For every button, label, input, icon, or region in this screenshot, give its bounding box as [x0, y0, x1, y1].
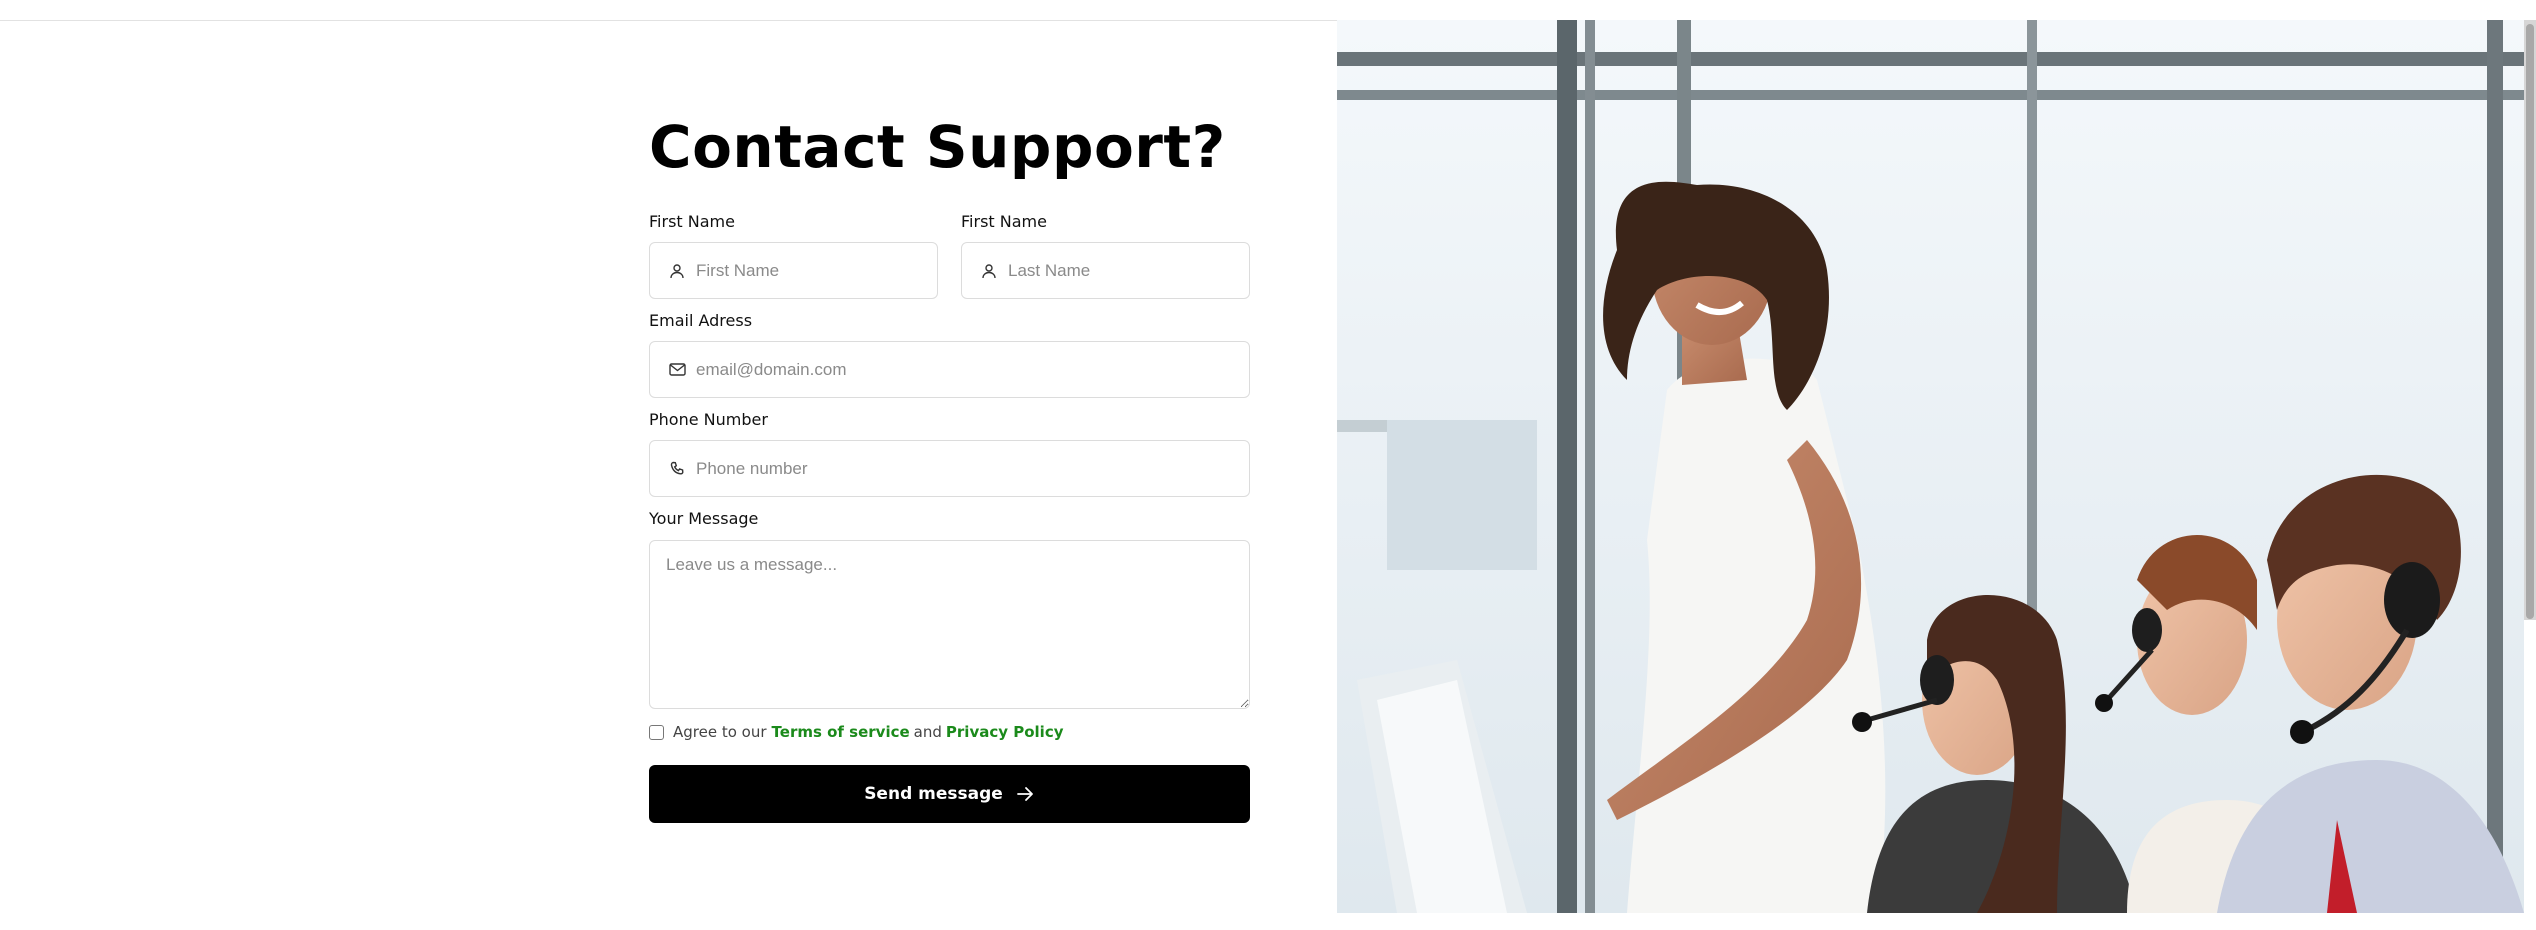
message-label: Your Message [649, 509, 759, 528]
terms-link[interactable]: Terms of service [772, 723, 910, 741]
first-name-label: First Name [649, 212, 735, 231]
mail-icon [668, 361, 686, 379]
phone-input[interactable] [696, 458, 1249, 479]
user-icon [980, 262, 998, 280]
first-name-input[interactable] [696, 260, 937, 281]
agree-text: Agree to our [673, 723, 767, 741]
phone-icon [668, 460, 686, 478]
first-name-field[interactable] [649, 242, 938, 299]
send-message-button[interactable]: Send message [649, 765, 1250, 823]
arrow-right-icon [1015, 784, 1035, 804]
last-name-label: First Name [961, 212, 1047, 231]
email-field[interactable] [649, 341, 1250, 398]
top-bar [0, 0, 2536, 21]
send-message-label: Send message [864, 784, 1003, 804]
last-name-field[interactable] [961, 242, 1250, 299]
user-icon [668, 262, 686, 280]
page-title: Contact Support? [649, 113, 1226, 181]
agree-checkbox[interactable] [649, 724, 664, 740]
email-label: Email Adress [649, 311, 753, 330]
agree-row: Agree to our Terms of service and Privac… [649, 723, 1063, 741]
scrollbar-thumb[interactable] [2526, 24, 2534, 619]
privacy-link[interactable]: Privacy Policy [946, 723, 1064, 741]
message-textarea[interactable] [649, 540, 1250, 709]
phone-field[interactable] [649, 440, 1250, 497]
customer-support-photo [1337, 20, 2524, 913]
last-name-input[interactable] [1008, 260, 1249, 281]
agree-and-text: and [913, 723, 942, 741]
email-input[interactable] [696, 359, 1249, 380]
phone-label: Phone Number [649, 410, 768, 429]
